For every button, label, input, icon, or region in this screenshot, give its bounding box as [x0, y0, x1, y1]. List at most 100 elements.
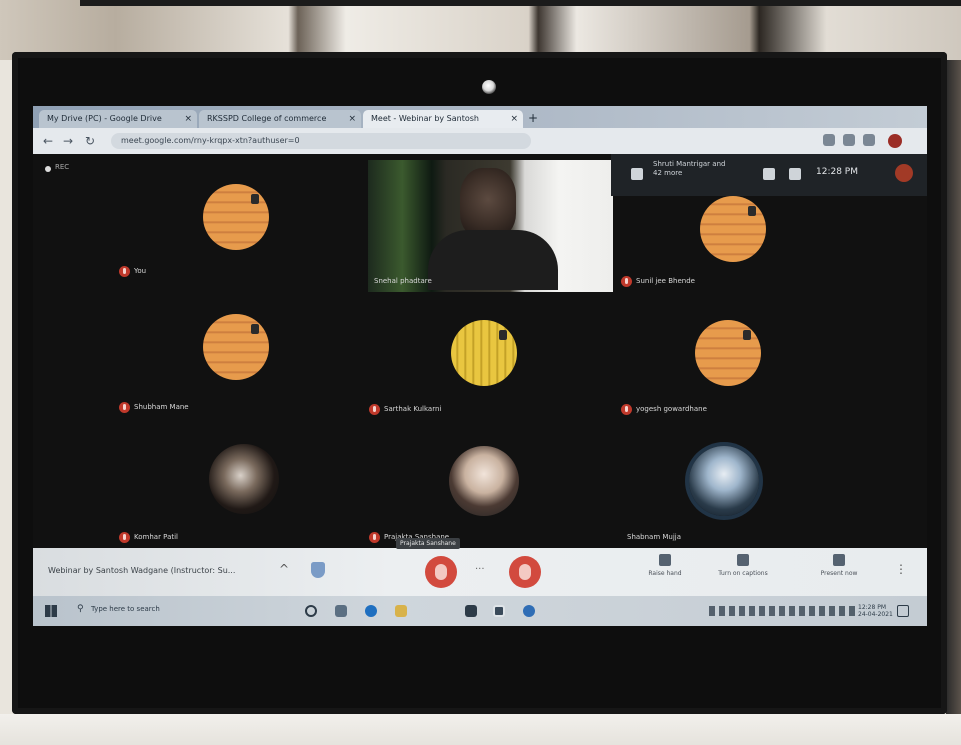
profile-avatar[interactable] [888, 134, 902, 148]
monitor-screen: My Drive (PC) - Google Drive × RKSSPD Co… [33, 106, 927, 626]
participant-avatar [203, 184, 269, 250]
mic-toggle-button[interactable] [425, 556, 457, 588]
tab-college[interactable]: RKSSPD College of commerce × [199, 110, 361, 128]
meeting-controls-bar: Prajakta Sanshane Webinar by Santosh Wad… [33, 538, 927, 596]
system-time: 12:28 PM [858, 604, 886, 611]
browser-toolbar: ← → ↻ meet.google.com/rny-krqpx-xtn?auth… [33, 128, 927, 155]
taskbar-search-input[interactable]: Type here to search [91, 605, 160, 613]
participant-video-face [460, 168, 516, 238]
meeting-clock: 12:28 PM [816, 167, 858, 177]
participant-tile[interactable]: Sarthak Kulkarni [363, 320, 563, 420]
avatar-mark [251, 194, 259, 204]
browser-tab-bar: My Drive (PC) - Google Drive × RKSSPD Co… [33, 106, 927, 128]
tab-close-icon[interactable]: × [184, 110, 192, 128]
windows-taskbar: ⚲ Type here to search 12:28 PM 24-04-202… [33, 596, 927, 626]
self-avatar[interactable] [895, 164, 913, 182]
background-wall [0, 0, 961, 60]
camera-off-icon [519, 564, 531, 580]
extensions-icon[interactable] [863, 134, 875, 146]
participant-tile[interactable]: Shabnam Mujja [615, 446, 815, 546]
shield-icon[interactable] [311, 562, 325, 578]
background-shelf-edge [80, 0, 961, 6]
chrome-icon[interactable] [523, 605, 535, 617]
avatar-mark [499, 330, 507, 340]
system-clock[interactable]: 12:28 PM 24-04-2021 [858, 604, 893, 618]
participant-tile[interactable]: Shubham Mane [113, 314, 313, 414]
app-icon[interactable] [493, 605, 505, 617]
background-side [946, 60, 961, 714]
participant-name: Sunil jee Bhende [636, 277, 695, 285]
present-now-label: Present now [820, 570, 858, 577]
participant-photo [209, 444, 279, 514]
participants-summary: Shruti Mantrigar and 42 more [653, 160, 726, 177]
tab-close-icon[interactable]: × [348, 110, 356, 128]
speaker-tooltip: Prajakta Sanshane [396, 538, 460, 549]
tab-label: Meet - Webinar by Santosh [371, 114, 479, 123]
participant-name: yogesh gowardhane [636, 405, 707, 413]
participant-avatar [700, 196, 766, 262]
search-icon: ⚲ [77, 604, 84, 614]
address-bar[interactable]: meet.google.com/rny-krqpx-xtn?authuser=0 [111, 133, 531, 149]
forward-icon[interactable]: → [63, 133, 73, 149]
store-icon[interactable] [465, 605, 477, 617]
participant-photo [689, 446, 759, 516]
task-view-icon[interactable] [335, 605, 347, 617]
participant-tile[interactable]: Sunil jee Bhende [615, 184, 825, 287]
participant-tile-active-speaker[interactable]: Prajakta Sanshane [363, 446, 563, 546]
participant-name: You [134, 267, 147, 275]
participant-name: Snehal phadtare [374, 277, 432, 285]
participant-video-tile[interactable]: Snehal phadtare [368, 160, 613, 292]
present-icon [833, 554, 845, 566]
camera-indicator-icon[interactable] [823, 134, 835, 146]
bookmark-icon[interactable] [843, 134, 855, 146]
mic-off-icon [369, 532, 380, 543]
desk-surface [0, 714, 961, 745]
reload-icon[interactable]: ↻ [85, 133, 95, 149]
mic-off-icon [119, 402, 130, 413]
participant-name: Komhar Patil [134, 533, 179, 541]
participant-tile[interactable]: Komhar Patil [113, 444, 313, 544]
tab-close-icon[interactable]: × [510, 110, 518, 128]
mic-off-icon [119, 532, 130, 543]
avatar-mark [743, 330, 751, 340]
present-now-button[interactable]: Present now [799, 554, 879, 577]
captions-label: Turn on captions [718, 570, 768, 577]
chat-icon[interactable] [789, 168, 801, 180]
recording-icon [45, 166, 51, 172]
participant-name: Shabnam Mujja [627, 533, 682, 541]
meeting-grid: REC You Snehal phadtare Sunil jee Bhende [33, 154, 927, 548]
edge-icon[interactable] [365, 605, 377, 617]
participant-tile[interactable]: You [113, 184, 313, 284]
mic-off-icon [621, 404, 632, 415]
system-tray-icons[interactable] [709, 606, 859, 616]
participant-video-body [428, 230, 558, 290]
windows-start-icon[interactable] [45, 605, 57, 617]
present-screen-icon[interactable] [763, 168, 775, 180]
file-explorer-icon[interactable] [395, 605, 407, 617]
hand-icon [659, 554, 671, 566]
notification-icon[interactable] [897, 605, 909, 617]
avatar-mark [748, 206, 756, 216]
people-icon[interactable] [631, 168, 643, 180]
mic-off-icon [369, 404, 380, 415]
tab-meet[interactable]: Meet - Webinar by Santosh × [363, 110, 523, 128]
mic-off-icon [435, 564, 447, 580]
participant-avatar [695, 320, 761, 386]
cortana-icon[interactable] [305, 605, 317, 617]
participant-tile[interactable]: yogesh gowardhane [615, 320, 815, 420]
participant-name: Sarthak Kulkarni [384, 405, 442, 413]
raise-hand-label: Raise hand [648, 570, 682, 577]
new-tab-button[interactable]: + [528, 110, 538, 126]
more-options-icon[interactable]: ⋮ [895, 562, 907, 576]
system-date: 24-04-2021 [858, 611, 893, 618]
more-dots-icon[interactable]: ··· [475, 564, 485, 575]
captions-button[interactable]: Turn on captions [703, 554, 783, 577]
participant-name: Shubham Mane [134, 403, 189, 411]
back-icon[interactable]: ← [43, 133, 53, 149]
meeting-info-panel: Shruti Mantrigar and 42 more 12:28 PM [611, 154, 927, 196]
chevron-up-icon[interactable]: ^ [279, 562, 289, 576]
tab-google-drive[interactable]: My Drive (PC) - Google Drive × [39, 110, 197, 128]
avatar-mark [251, 324, 259, 334]
camera-toggle-button[interactable] [509, 556, 541, 588]
raise-hand-button[interactable]: Raise hand [625, 554, 705, 577]
